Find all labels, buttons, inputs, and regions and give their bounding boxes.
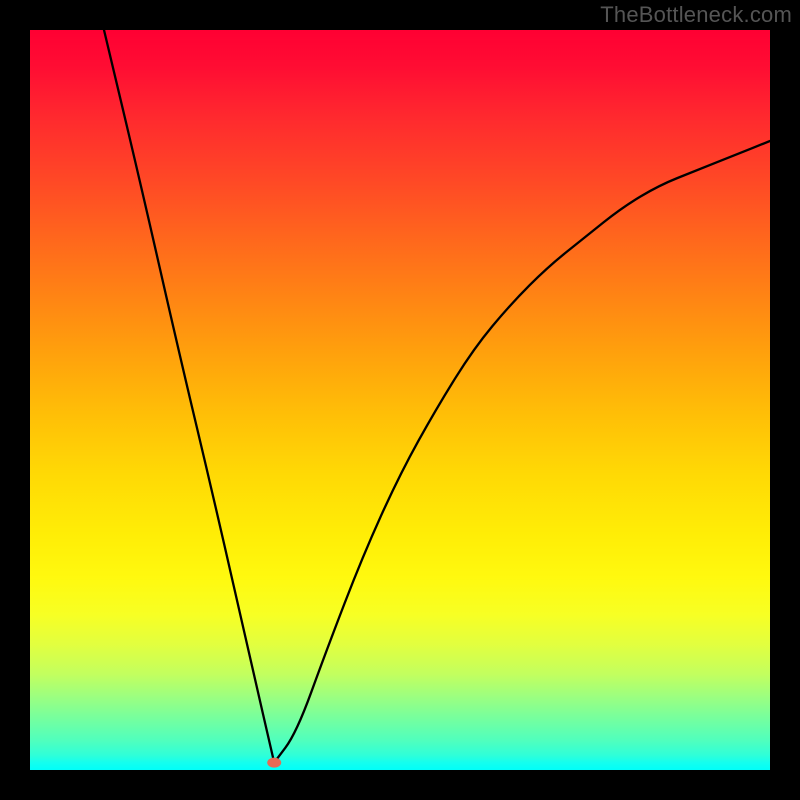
bottleneck-curve — [104, 30, 770, 763]
curve-layer — [30, 30, 770, 770]
watermark-text: TheBottleneck.com — [600, 2, 792, 28]
plot-area — [30, 30, 770, 770]
chart-frame: TheBottleneck.com — [0, 0, 800, 800]
optimum-marker — [267, 758, 281, 768]
